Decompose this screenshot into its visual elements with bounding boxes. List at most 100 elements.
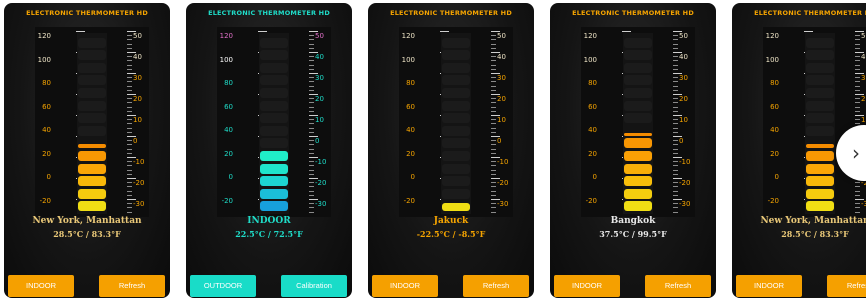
celsius-tick-label: 120 xyxy=(37,32,51,40)
fahrenheit-tick-label: 10 xyxy=(497,116,506,124)
mercury-segment xyxy=(806,100,834,111)
mercury-segment xyxy=(442,37,470,48)
mercury-segment xyxy=(78,75,106,86)
outdoor-button[interactable]: OUTDOOR xyxy=(190,275,256,297)
app-title: ELECTRONIC THERMOMETER HD xyxy=(390,9,512,17)
fahrenheit-tick-label: 20 xyxy=(861,95,866,103)
celsius-tick-label: 60 xyxy=(224,102,233,111)
screenshot-card-1[interactable]: ELECTRONIC THERMOMETER HD 120 100 80 60 40 20… xyxy=(4,3,170,298)
mercury-segment xyxy=(260,50,288,61)
temperature-reading: 37.5°C / 99.5°F xyxy=(599,229,667,239)
celsius-tick-label: 100 xyxy=(583,55,597,64)
celsius-tick-label: 120 xyxy=(401,32,415,40)
mercury-segment xyxy=(624,100,652,111)
chevron-right-icon: › xyxy=(852,141,860,165)
calibration-button[interactable]: Calibration xyxy=(281,275,347,297)
mercury-segment xyxy=(442,113,470,124)
celsius-tick-label: 0 xyxy=(46,173,51,181)
screenshot-card-4[interactable]: ELECTRONIC THERMOMETER HD 120 100 80 60 40 20… xyxy=(550,3,716,298)
mercury-column xyxy=(259,33,289,214)
fahrenheit-tick-label: -10 xyxy=(133,158,145,166)
indoor-button[interactable]: INDOOR xyxy=(372,275,438,297)
fahrenheit-tick-label: -20 xyxy=(679,179,691,187)
celsius-tick-label: 40 xyxy=(42,126,51,134)
indoor-button[interactable]: INDOOR xyxy=(554,275,620,297)
fahrenheit-tick-label: 20 xyxy=(679,95,688,103)
fahrenheit-tick-label: 30 xyxy=(679,74,688,82)
mercury-segment xyxy=(78,62,106,73)
fahrenheit-tick-label: 0 xyxy=(133,137,138,145)
location-label: INDOOR xyxy=(247,216,291,226)
mercury-segment xyxy=(260,113,288,124)
refresh-button[interactable]: Refresh xyxy=(99,275,165,297)
screenshot-card-2[interactable]: ELECTRONIC THERMOMETER HD 120 100 80 60 40 20… xyxy=(186,3,352,298)
fahrenheit-tick-label: -30 xyxy=(861,200,866,208)
fahrenheit-tick-label: -10 xyxy=(679,158,691,166)
mercury-column xyxy=(623,33,653,214)
celsius-tick-label: 100 xyxy=(401,55,415,64)
app-title: ELECTRONIC THERMOMETER HD xyxy=(754,9,866,17)
mercury-segment xyxy=(624,201,652,212)
celsius-tick-label: 20 xyxy=(224,149,233,158)
thermometer-gauge: 120100806040200-20 50403020100-10-20-30 xyxy=(581,27,695,217)
fahrenheit-tick-label: -10 xyxy=(497,158,509,166)
celsius-scale: 120 100 80 60 40 20 0 -20 xyxy=(217,27,237,217)
screenshot-card-3[interactable]: ELECTRONIC THERMOMETER HD 120 100 80 60 40 20… xyxy=(368,3,534,298)
fahrenheit-tick-label: 30 xyxy=(315,74,324,82)
celsius-tick-label: 0 xyxy=(410,173,415,181)
celsius-tick-label: 80 xyxy=(588,79,597,87)
mercury-segment xyxy=(624,37,652,48)
refresh-button[interactable]: Refresh xyxy=(645,275,711,297)
mercury-segment xyxy=(624,138,652,149)
celsius-tick-label: 0 xyxy=(774,173,779,181)
fahrenheit-scale: 50403020100-10-20-30 xyxy=(857,27,866,217)
refresh-button[interactable]: Refresh xyxy=(827,275,866,297)
mercury-segment xyxy=(806,62,834,73)
mercury-segment xyxy=(806,176,834,187)
celsius-tick-label: 80 xyxy=(770,79,779,87)
celsius-tick-label: 20 xyxy=(588,149,597,158)
temperature-reading: -22.5°C / -8.5°F xyxy=(416,229,486,239)
mercury-segment xyxy=(260,75,288,86)
mercury-segment xyxy=(78,151,106,161)
mercury-segment xyxy=(260,151,288,161)
celsius-tick-label: -20 xyxy=(221,196,233,205)
celsius-tick-label: 120 xyxy=(765,32,779,40)
celsius-tick-label: 20 xyxy=(42,149,51,158)
mercury-segment xyxy=(260,138,288,149)
app-title: ELECTRONIC THERMOMETER HD xyxy=(572,9,694,17)
mercury-segment xyxy=(806,143,834,149)
celsius-tick-label: 0 xyxy=(592,173,597,181)
celsius-tick-label: 60 xyxy=(588,102,597,111)
celsius-tick-label: 0 xyxy=(228,173,233,181)
fahrenheit-tick-label: 0 xyxy=(315,137,320,145)
fahrenheit-tick-label: 0 xyxy=(497,137,502,145)
temperature-reading: 28.5°C / 83.3°F xyxy=(781,229,849,239)
mercury-segment xyxy=(78,143,106,149)
fahrenheit-tick-label: 20 xyxy=(315,95,324,103)
mercury-segment xyxy=(260,163,288,174)
ruler-tick xyxy=(76,31,85,32)
mercury-segment xyxy=(624,62,652,73)
celsius-tick-label: -20 xyxy=(403,196,415,205)
fahrenheit-scale: 50403020100-10-20-30 xyxy=(129,27,149,217)
mercury-segment xyxy=(442,176,470,187)
celsius-scale: 120 100 80 60 40 20 0 -20 xyxy=(399,27,419,217)
celsius-tick-label: 100 xyxy=(219,55,233,64)
mercury-segment xyxy=(806,37,834,48)
mercury-segment xyxy=(78,37,106,48)
mercury-segment xyxy=(78,100,106,111)
mercury-segment xyxy=(806,188,834,199)
celsius-tick-label: -20 xyxy=(39,196,51,205)
mercury-segment xyxy=(78,50,106,61)
refresh-button[interactable]: Refresh xyxy=(463,275,529,297)
fahrenheit-tick-label: 40 xyxy=(315,53,324,61)
fahrenheit-tick-label: -20 xyxy=(315,179,327,187)
celsius-tick-label: 40 xyxy=(770,126,779,134)
mercury-segment xyxy=(442,125,470,136)
indoor-button[interactable]: INDOOR xyxy=(736,275,802,297)
mercury-segment xyxy=(624,163,652,174)
fahrenheit-tick-label: 30 xyxy=(497,74,506,82)
indoor-button[interactable]: INDOOR xyxy=(8,275,74,297)
fahrenheit-tick-label: 40 xyxy=(679,53,688,61)
